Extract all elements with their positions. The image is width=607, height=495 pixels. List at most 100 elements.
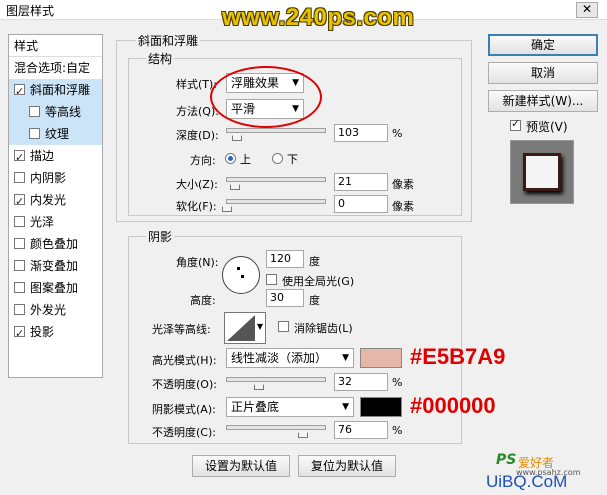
style-item[interactable]: 内阴影 xyxy=(9,167,102,189)
size-slider[interactable] xyxy=(226,177,326,190)
gloss-contour-label: 光泽等高线: xyxy=(152,323,211,336)
angle-dial-crosshair xyxy=(237,267,240,270)
style-item[interactable]: 外发光 xyxy=(9,299,102,321)
depth-input[interactable]: 103 xyxy=(334,124,388,142)
style-item-checkbox[interactable] xyxy=(29,128,40,139)
styles-list: 样式 混合选项:自定 斜面和浮雕等高线纹理描边内阴影内发光光泽颜色叠加渐变叠加图… xyxy=(8,34,103,378)
highlight-color-swatch[interactable] xyxy=(360,348,402,368)
direction-up-radio[interactable] xyxy=(225,153,236,164)
size-label: 大小(Z): xyxy=(176,178,218,191)
direction-label: 方向: xyxy=(190,154,216,167)
style-item[interactable]: 光泽 xyxy=(9,211,102,233)
shadow-mode-dropdown[interactable]: 正片叠底 ▼ xyxy=(226,397,354,417)
size-input[interactable]: 21 xyxy=(334,173,388,191)
preview-swatch xyxy=(523,153,561,191)
highlight-opacity-slider[interactable] xyxy=(226,377,326,390)
highlight-hex-annotation: #E5B7A9 xyxy=(410,344,506,369)
style-item-checkbox[interactable] xyxy=(14,282,25,293)
style-item-label: 描边 xyxy=(30,149,55,163)
window-title: 图层样式 xyxy=(6,4,55,18)
watermark-text: www.240ps.com xyxy=(222,4,415,31)
angle-dial-center xyxy=(241,275,244,278)
set-default-button[interactable]: 设置为默认值 xyxy=(192,455,290,477)
soften-slider[interactable] xyxy=(222,199,326,212)
style-item-checkbox[interactable] xyxy=(14,260,25,271)
direction-down-radio[interactable] xyxy=(272,153,283,164)
global-light-label: 使用全局光(G) xyxy=(282,275,355,288)
soften-input[interactable]: 0 xyxy=(334,195,388,213)
depth-label: 深度(D): xyxy=(176,129,219,142)
style-item[interactable]: 斜面和浮雕 xyxy=(9,79,102,103)
style-item-checkbox[interactable] xyxy=(14,323,25,345)
highlight-mode-dropdown[interactable]: 线性减淡（添加） ▼ xyxy=(226,348,354,368)
shadow-mode-label: 阴影模式(A): xyxy=(152,403,216,416)
direction-up-label: 上 xyxy=(240,153,251,166)
global-light-checkbox[interactable] xyxy=(266,274,277,285)
highlight-ellipse xyxy=(210,66,322,128)
styles-header: 样式 xyxy=(9,35,102,57)
style-item-label: 外发光 xyxy=(30,303,67,317)
size-unit: 像素 xyxy=(392,178,414,191)
style-item-label: 颜色叠加 xyxy=(30,237,79,251)
soften-label: 软化(F): xyxy=(176,200,217,213)
altitude-unit: 度 xyxy=(309,294,320,307)
chevron-down-icon: ▼ xyxy=(256,322,263,331)
style-item[interactable]: 投影 xyxy=(9,321,102,345)
style-item[interactable]: 纹理 xyxy=(9,123,102,145)
style-item-checkbox[interactable] xyxy=(14,216,25,227)
angle-input[interactable]: 120 xyxy=(266,250,304,268)
highlight-mode-value: 线性减淡（添加） xyxy=(231,351,328,365)
styles-header-label: 样式 xyxy=(14,39,39,53)
highlight-opacity-label: 不透明度(O): xyxy=(152,378,217,391)
style-item-checkbox[interactable] xyxy=(14,147,25,169)
preview-checkbox[interactable] xyxy=(510,117,521,131)
contour-linear-icon xyxy=(227,315,255,341)
style-item[interactable]: 内发光 xyxy=(9,189,102,213)
blend-options-item[interactable]: 混合选项:自定 xyxy=(9,57,102,79)
soften-unit: 像素 xyxy=(392,200,414,213)
depth-unit: % xyxy=(392,127,403,140)
direction-down-label: 下 xyxy=(287,153,298,166)
style-item-checkbox[interactable] xyxy=(14,172,25,183)
style-item-label: 渐变叠加 xyxy=(30,259,79,273)
highlight-opacity-unit: % xyxy=(392,376,403,389)
highlight-mode-label: 高光模式(H): xyxy=(152,354,217,367)
style-item-checkbox[interactable] xyxy=(14,304,25,315)
depth-slider[interactable] xyxy=(226,128,326,141)
shadow-opacity-slider[interactable] xyxy=(226,425,326,438)
highlight-opacity-input[interactable]: 32 xyxy=(334,373,388,391)
style-item-checkbox[interactable] xyxy=(14,81,25,103)
cancel-button[interactable]: 取消 xyxy=(488,62,598,84)
new-style-button[interactable]: 新建样式(W)... xyxy=(488,90,598,112)
bevel-group-title: 斜面和浮雕 xyxy=(136,32,201,49)
reset-default-button[interactable]: 复位为默认值 xyxy=(298,455,396,477)
shadow-opacity-input[interactable]: 76 xyxy=(334,421,388,439)
shadow-opacity-unit: % xyxy=(392,424,403,437)
style-item-checkbox[interactable] xyxy=(14,238,25,249)
ok-button[interactable]: 确定 xyxy=(488,34,598,56)
style-item-checkbox[interactable] xyxy=(29,106,40,117)
angle-unit: 度 xyxy=(309,255,320,268)
gloss-contour-picker[interactable]: ▼ xyxy=(224,312,266,344)
anti-alias-checkbox[interactable] xyxy=(278,321,289,332)
preview-label: 预览(V) xyxy=(526,120,568,134)
shadow-mode-value: 正片叠底 xyxy=(231,400,280,414)
style-item[interactable]: 渐变叠加 xyxy=(9,255,102,277)
style-item[interactable]: 颜色叠加 xyxy=(9,233,102,255)
altitude-input[interactable]: 30 xyxy=(266,289,304,307)
close-button[interactable]: ✕ xyxy=(576,2,598,18)
chevron-down-icon: ▼ xyxy=(342,353,349,363)
style-item-label: 斜面和浮雕 xyxy=(30,83,91,97)
angle-dial[interactable] xyxy=(222,256,260,294)
style-item-label: 投影 xyxy=(30,325,55,339)
shading-title: 阴影 xyxy=(146,228,175,245)
altitude-label: 高度: xyxy=(190,294,216,307)
style-item-checkbox[interactable] xyxy=(14,191,25,213)
shadow-color-swatch[interactable] xyxy=(360,397,402,417)
style-item[interactable]: 等高线 xyxy=(9,101,102,123)
style-item[interactable]: 描边 xyxy=(9,145,102,169)
style-preview-thumbnail xyxy=(510,140,574,204)
style-item[interactable]: 图案叠加 xyxy=(9,277,102,299)
structure-title: 结构 xyxy=(146,50,175,67)
style-item-label: 光泽 xyxy=(30,215,55,229)
